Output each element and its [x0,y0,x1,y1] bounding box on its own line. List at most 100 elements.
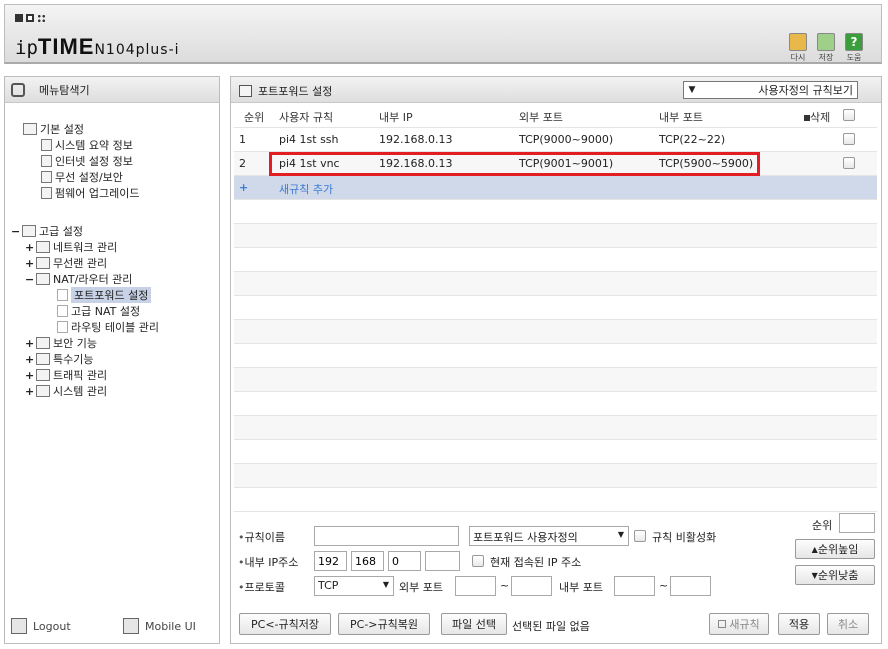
current-ip-checkbox[interactable] [472,555,484,567]
wireless-icon [41,171,52,183]
tree-item-system-summary[interactable]: 시스템 요약 정보 [41,137,133,153]
int-port-start[interactable] [614,576,655,596]
page-icon [239,85,252,97]
save-icon [817,33,835,51]
table-row[interactable]: 1 pi4 1st ssh 192.168.0.13 TCP(9000~9000… [234,128,877,152]
add-rule-label: 새규칙 추가 [279,183,334,196]
rule-name-input[interactable] [314,526,459,546]
network-icon [36,241,50,253]
panel-title: 포트포워드 설정 [239,83,332,99]
mobile-ui-button[interactable]: Mobile UI [123,618,196,634]
reload-button[interactable]: 다시 [787,33,809,63]
view-rules-select[interactable]: ▼ 사용자정의 규칙보기 [683,81,858,99]
ip-octet-2[interactable] [351,551,384,571]
iptime-logo: ipTIMEN104plus-i [15,34,180,60]
col-seq: 순위 [244,111,265,124]
expand-icon[interactable]: + [25,257,34,270]
tree-item-internet-info[interactable]: 인터넷 설정 정보 [41,153,133,169]
row-delete-checkbox[interactable] [843,133,855,145]
ip-octet-1[interactable] [314,551,347,571]
minimize-icon[interactable] [15,14,23,22]
tree-item-special[interactable]: + 특수기능 [25,351,93,367]
reload-label: 다시 [790,53,806,62]
logout-button[interactable]: Logout [11,618,71,634]
page-icon [57,321,68,333]
tree-item-traffic[interactable]: + 트래픽 관리 [25,367,107,383]
row-delete-checkbox[interactable] [843,157,855,169]
help-label: 도움 [846,53,862,62]
rules-table: 순위 사용자 규칙 내부 IP 외부 포트 내부 포트 삭제 1 pi4 1st… [234,104,877,512]
maximize-icon[interactable] [26,14,34,22]
apply-button[interactable]: 적용 [778,613,820,635]
ext-port-label: 외부 포트 [399,581,443,594]
tree-advanced-settings[interactable]: − 고급 설정 [11,223,83,239]
disable-rule-checkbox[interactable] [634,530,646,542]
menu-explorer-header: 메뉴탐색기 [5,77,219,103]
select-all-checkbox[interactable] [843,109,855,121]
col-int-port: 내부 포트 [659,111,703,124]
expand-icon[interactable]: + [25,385,34,398]
col-delete: 삭제 [804,109,830,125]
int-port-end[interactable] [670,576,711,596]
table-row[interactable]: 2 pi4 1st vnc 192.168.0.13 TCP(9001~9001… [234,152,877,176]
reload-icon [789,33,807,51]
model-name: N104plus-i [94,42,180,58]
expand-icon[interactable]: + [25,353,34,366]
lock-icon [36,337,50,349]
expand-icon[interactable]: + [25,241,34,254]
tree-item-system[interactable]: + 시스템 관리 [25,383,107,399]
ext-port-end[interactable] [511,576,552,596]
move-down-button[interactable]: ▼ 순위낮춤 [795,565,875,585]
add-rule-row[interactable]: + 새규칙 추가 [234,176,877,200]
logo-ip: ip [15,37,38,59]
page-icon [57,289,68,301]
page-icon [57,305,68,317]
logout-icon [11,618,27,634]
tree-item-security[interactable]: + 보안 기능 [25,335,97,351]
ip-label: •내부 IP주소 [238,556,299,569]
rule-type-select[interactable]: 포트포워드 사용자정의 ▼ [469,526,629,546]
disable-rule-label: 규칙 비활성화 [652,531,717,544]
col-ip: 내부 IP [379,111,413,124]
ext-port-start[interactable] [455,576,496,596]
collapse-icon[interactable]: − [25,273,34,286]
header-buttons: 다시 저장 ? 도움 [787,33,865,63]
tree-item-wireless-security[interactable]: 무선 설정/보안 [41,169,123,185]
new-rule-button[interactable]: 새규칙 [709,613,769,635]
cancel-button[interactable]: 취소 [827,613,869,635]
logo-time: TIME [37,34,95,59]
folder-icon [23,123,37,135]
tree-item-nat-router[interactable]: − NAT/라우터 관리 [25,271,132,287]
save-button[interactable]: 저장 [815,33,837,63]
monitor-icon [41,155,52,167]
router-icon [36,273,50,285]
menu-explorer: 메뉴탐색기 기본 설정 시스템 요약 정보 인터넷 설정 정보 무선 설정/보안… [4,76,220,644]
backup-rules-button[interactable]: PC<-규칙저장 [239,613,331,635]
order-label: 순위 [812,519,833,532]
add-icon: + [239,181,249,194]
order-input[interactable] [839,513,875,533]
expand-icon[interactable]: + [25,369,34,382]
tree-item-network[interactable]: + 네트워크 관리 [25,239,117,255]
choose-file-button[interactable]: 파일 선택 [441,613,507,635]
tree-item-firmware-upgrade[interactable]: 펌웨어 업그레이드 [41,185,139,201]
sidebar-footer: Logout Mobile UI [5,615,219,637]
ip-octet-4[interactable] [425,551,460,571]
expand-icon[interactable]: + [25,337,34,350]
tree-item-port-forward[interactable]: 포트포워드 설정 [57,287,152,303]
tree-item-wireless[interactable]: + 무선랜 관리 [25,255,107,271]
move-up-button[interactable]: ▲ 순위높임 [795,539,875,559]
protocol-select[interactable]: TCP ▼ [314,576,394,596]
ip-octet-3[interactable] [388,551,421,571]
save-label: 저장 [818,53,834,62]
help-button[interactable]: ? 도움 [843,33,865,63]
tree-basic-settings[interactable]: 기본 설정 [23,121,84,137]
chart-icon [41,139,52,151]
protocol-label: •프로토콜 [238,581,285,594]
grid-icon[interactable] [37,14,46,23]
menu-explorer-title: 메뉴탐색기 [39,83,90,97]
mobile-icon [123,618,139,634]
tree-item-routing-table[interactable]: 라우팅 테이블 관리 [57,319,159,335]
tree-item-advanced-nat[interactable]: 고급 NAT 설정 [57,303,140,319]
restore-rules-button[interactable]: PC->규칙복원 [338,613,430,635]
